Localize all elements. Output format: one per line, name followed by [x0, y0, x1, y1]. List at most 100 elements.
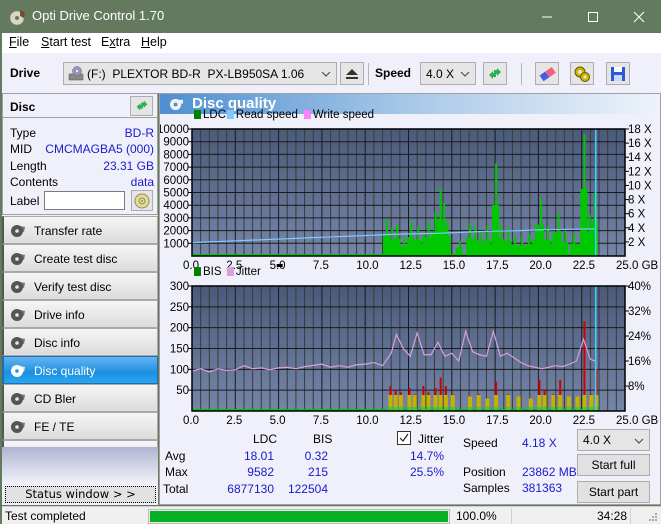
- resize-grip-icon[interactable]: [648, 512, 658, 522]
- y-tick-right-label: 16%: [628, 356, 651, 368]
- stats-max-ldc: 9582: [247, 465, 274, 479]
- jitter-checkbox[interactable]: [397, 431, 411, 445]
- ldc-bar-cluster: [518, 245, 526, 256]
- disc-label-input[interactable]: [44, 191, 125, 210]
- stats-total-ldc: 6877130: [227, 482, 274, 496]
- start-full-button[interactable]: Start full: [577, 454, 650, 476]
- y-tick-right-label: 2 X: [628, 237, 646, 249]
- ldc-bar-cluster: [455, 247, 463, 256]
- erase-button[interactable]: [535, 62, 559, 85]
- nav-item-label: Transfer rate: [34, 224, 103, 238]
- menu-extra-label: tra: [115, 35, 131, 49]
- legend-label: Jitter: [236, 266, 261, 278]
- y-tick-label: 50: [176, 385, 189, 397]
- disc-row-length: Length 23.31 GB: [10, 159, 154, 175]
- drive-value: (F:) PLEXTOR BD-R PX-LB950SA 1.06: [87, 67, 305, 81]
- start-part-button[interactable]: Start part: [577, 481, 650, 503]
- disc-test-icon: [11, 225, 25, 237]
- menu-extra[interactable]: Extra: [101, 35, 130, 49]
- drive-select[interactable]: (F:) PLEXTOR BD-R PX-LB950SA 1.06: [63, 62, 337, 85]
- nav-item-transfer-rate[interactable]: Transfer rate: [2, 216, 158, 244]
- refresh-button[interactable]: [483, 62, 507, 85]
- position-value: 23862 MB: [522, 465, 577, 479]
- minimize-button[interactable]: [524, 1, 570, 33]
- legend-label: LDC: [203, 109, 226, 121]
- x-tick-label: 25.0 GB: [616, 415, 659, 424]
- disc-quality-panel: Disc quality 10000 9000 8000 7000 6000 5000 40…: [159, 93, 661, 505]
- y-tick-right-label: 40%: [628, 281, 651, 293]
- close-icon: [633, 11, 645, 23]
- speed-stat-label: Speed: [463, 436, 498, 450]
- legend-swatch: [226, 267, 234, 276]
- disc-test-icon: [11, 393, 25, 405]
- chevron-down-icon: [460, 71, 470, 77]
- ldc-bar-cluster: [504, 240, 512, 256]
- refresh-icon: [136, 100, 147, 111]
- save-button[interactable]: [606, 62, 630, 85]
- legend-swatch: [303, 110, 311, 119]
- menu-file-accel: F: [9, 35, 17, 49]
- progress-bar: [148, 509, 450, 524]
- status-text: Test completed: [5, 509, 86, 523]
- eject-button[interactable]: [340, 62, 364, 85]
- speed-select[interactable]: 4.0 X: [420, 62, 476, 85]
- charts-area: 1000090008000700060005000400030002000100…: [160, 109, 659, 424]
- legend-label: BIS: [203, 266, 222, 278]
- menu-start-test[interactable]: Start test: [41, 35, 91, 49]
- y-tick-right-label: 14 X: [628, 152, 652, 164]
- nav-item-cd-bler[interactable]: CD Bler: [2, 384, 158, 412]
- legend-marker: [276, 264, 283, 267]
- menu-help-accel: H: [141, 35, 151, 49]
- app-window: Opti Drive Control 1.70 File Start test …: [0, 0, 661, 524]
- x-tick-label: 5.0: [270, 415, 286, 424]
- ldc-bar-cluster: [393, 238, 401, 256]
- nav-item-disc-quality[interactable]: Disc quality: [2, 356, 158, 384]
- window-title: Opti Drive Control 1.70: [32, 8, 165, 23]
- stats-avg-label: Avg: [165, 449, 186, 463]
- disc-refresh-button[interactable]: [130, 96, 153, 116]
- disc-test-icon: [11, 309, 25, 321]
- x-tick-label: 12.5: [400, 260, 422, 272]
- nav-item-verify-test-disc[interactable]: Verify test disc: [2, 272, 158, 300]
- stats-total-bis: 122504: [287, 482, 328, 496]
- ldc-bar-cluster: [561, 242, 569, 256]
- x-tick-label: 15.0: [443, 260, 465, 272]
- x-tick-label: 17.5: [486, 260, 508, 272]
- legend-label: Write speed: [313, 109, 374, 121]
- eject-icon: [346, 68, 358, 79]
- x-tick-label: 0.0: [183, 415, 199, 424]
- close-button[interactable]: [616, 1, 661, 33]
- y-tick-right-label: 18 X: [628, 124, 652, 136]
- maximize-button[interactable]: [570, 1, 616, 33]
- settings-button[interactable]: [570, 62, 594, 85]
- nav-item-fe-te[interactable]: FE / TE: [2, 412, 158, 440]
- y-tick-label: 3000: [163, 213, 189, 225]
- nav-item-create-test-disc[interactable]: Create test disc: [2, 244, 158, 272]
- y-tick-right-label: 32%: [628, 306, 651, 318]
- disc-type-key: Type: [10, 126, 37, 140]
- menu-start-test-label: tart test: [49, 35, 92, 49]
- disc-row-mid: MID CMCMAGBA5 (000): [10, 142, 154, 158]
- x-tick-label: 12.5: [400, 415, 422, 424]
- nav-item-label: Disc info: [34, 336, 81, 350]
- test-speed-value: 4.0 X: [583, 433, 612, 447]
- disc-label-button[interactable]: [131, 190, 153, 211]
- save-icon: [611, 66, 625, 81]
- nav-spacer: [2, 447, 158, 483]
- legend-swatch: [194, 110, 201, 119]
- drive-label: Drive: [10, 66, 41, 80]
- status-divider: [630, 508, 631, 524]
- menu-help[interactable]: Help: [141, 35, 167, 49]
- nav-item-drive-info[interactable]: Drive info: [2, 300, 158, 328]
- menu-file-label: ile: [16, 35, 30, 49]
- status-window-button[interactable]: Status window > >: [5, 486, 156, 503]
- progress-label: 100.0%: [456, 509, 497, 523]
- test-speed-select[interactable]: 4.0 X: [577, 429, 650, 451]
- x-tick-label: 10.0: [356, 260, 378, 272]
- stats-max-bis: 215: [307, 465, 328, 479]
- jitter-label: Jitter: [418, 432, 445, 446]
- nav-item-disc-info[interactable]: Disc info: [2, 328, 158, 356]
- menu-file[interactable]: File: [9, 35, 29, 49]
- x-tick-label: 22.5: [573, 260, 595, 272]
- ldc-bar-cluster: [407, 237, 415, 256]
